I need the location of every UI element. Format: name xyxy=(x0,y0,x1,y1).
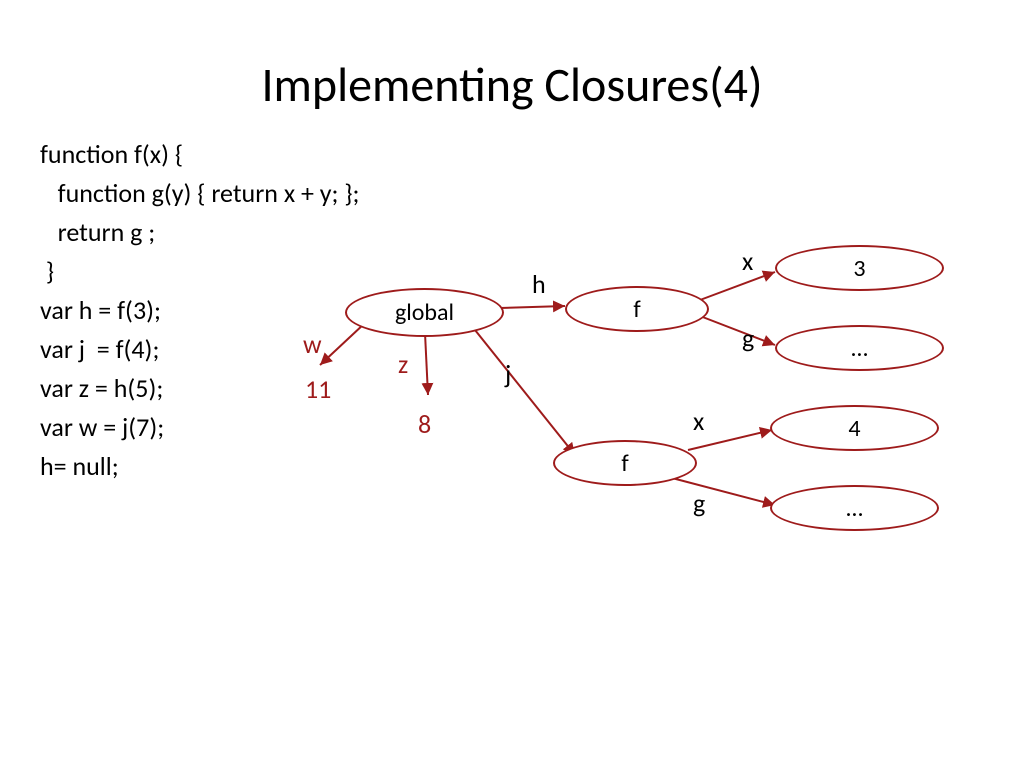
node-3: 3 xyxy=(775,245,944,291)
label-g-bot: g xyxy=(693,487,705,519)
slide: Implementing Closures(4) function f(x) {… xyxy=(0,0,1024,768)
node-label: f xyxy=(621,449,628,478)
node-ellipsis-top: … xyxy=(775,325,944,371)
node-label: … xyxy=(846,494,863,523)
node-f-bottom: f xyxy=(553,440,697,486)
value-8: 8 xyxy=(418,408,431,440)
node-label: 3 xyxy=(853,254,865,283)
label-w: w xyxy=(303,328,322,360)
label-x-top: x xyxy=(742,245,753,277)
node-global: global xyxy=(345,288,504,337)
label-z: z xyxy=(398,348,408,380)
arrow-layer xyxy=(0,0,1024,768)
label-x-bot: x xyxy=(693,405,704,437)
diagram: global f 3 … f 4 … h j x g x g xyxy=(0,0,1024,768)
value-11: 11 xyxy=(305,373,331,405)
node-label: f xyxy=(633,295,640,324)
label-h: h xyxy=(532,268,546,300)
node-label: global xyxy=(395,298,454,327)
node-ellipsis-bottom: … xyxy=(770,485,939,531)
node-label: … xyxy=(851,334,868,363)
node-f-top: f xyxy=(565,286,709,332)
node-label: 4 xyxy=(848,414,860,443)
label-g-top: g xyxy=(742,322,754,354)
label-j: j xyxy=(505,358,511,390)
node-4: 4 xyxy=(770,405,939,451)
